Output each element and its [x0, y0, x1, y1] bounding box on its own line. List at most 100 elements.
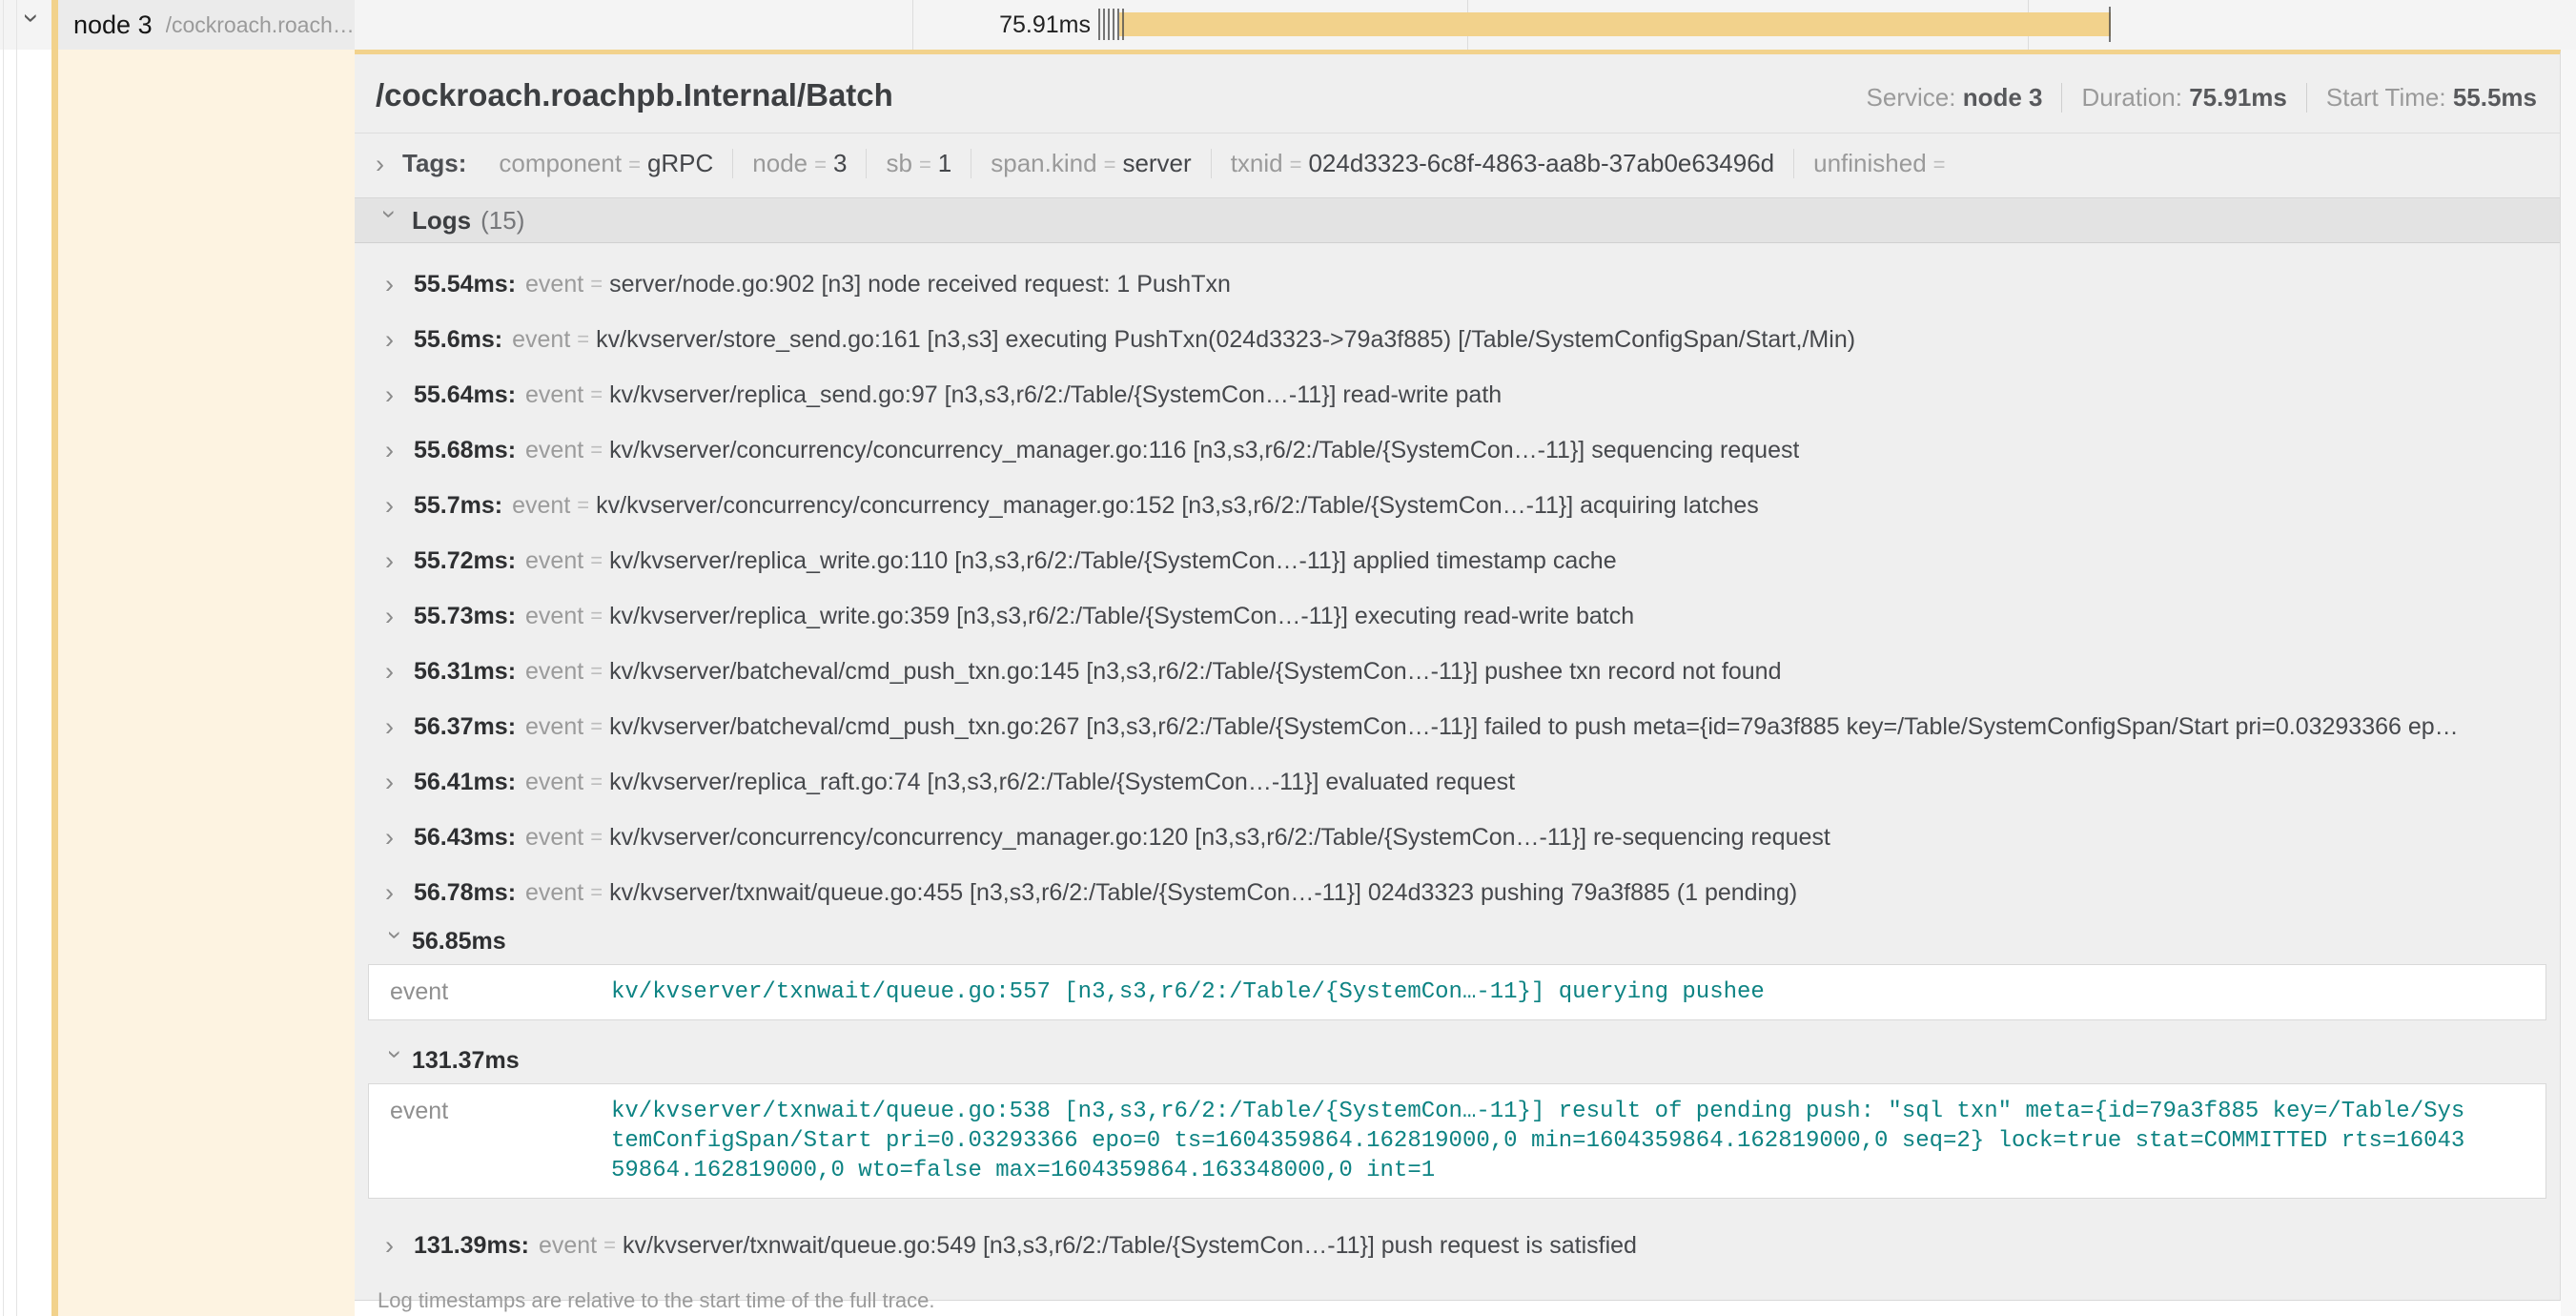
log-timestamp: 131.39ms: — [414, 1232, 529, 1260]
chevron-right-icon: › — [385, 384, 406, 405]
log-entry-collapsed[interactable]: › 56.78ms: event = kv/kvserver/txnwait/q… — [355, 865, 2560, 920]
meta-value: 75.91ms — [2189, 83, 2287, 112]
logs-accordion-header[interactable]: › Logs (15) — [355, 197, 2560, 243]
chevron-down-icon: › — [385, 1050, 406, 1071]
chevron-right-icon: › — [385, 274, 406, 295]
chevron-right-icon: › — [385, 606, 406, 627]
log-message: kv/kvserver/concurrency/concurrency_mana… — [596, 492, 1759, 520]
log-entry-collapsed[interactable]: › 55.6ms: event = kv/kvserver/store_send… — [355, 312, 2560, 367]
log-field-key: event — [525, 547, 583, 575]
log-timestamp: 55.64ms: — [414, 381, 516, 409]
log-entry-collapsed[interactable]: › 55.7ms: event = kv/kvserver/concurrenc… — [355, 478, 2560, 533]
log-message: kv/kvserver/replica_write.go:110 [n3,s3,… — [609, 547, 1617, 575]
log-field-value: kv/kvserver/txnwait/queue.go:557 [n3,s3,… — [611, 977, 1765, 1007]
log-message: kv/kvserver/concurrency/concurrency_mana… — [609, 437, 1799, 464]
log-message: kv/kvserver/replica_write.go:359 [n3,s3,… — [609, 603, 1634, 630]
equals-sign: = — [622, 153, 647, 176]
log-field-key: event — [525, 879, 583, 907]
log-entry-expanded-header[interactable]: › 56.85ms — [355, 920, 2560, 962]
log-marker-tick — [1113, 9, 1114, 40]
equals-sign: = — [583, 825, 609, 850]
logs-footer-note: Log timestamps are relative to the start… — [355, 1273, 2560, 1313]
tag-key: sb — [886, 149, 911, 177]
log-entry-collapsed[interactable]: › 56.41ms: event = kv/kvserver/replica_r… — [355, 754, 2560, 810]
log-timestamp: 56.43ms: — [414, 824, 516, 852]
log-entry-collapsed[interactable]: › 55.64ms: event = kv/kvserver/replica_s… — [355, 367, 2560, 422]
equals-sign: = — [570, 327, 596, 352]
tag-key: txnid — [1231, 149, 1283, 177]
log-message: kv/kvserver/txnwait/queue.go:455 [n3,s3,… — [609, 879, 1797, 907]
chevron-right-icon: › — [385, 495, 406, 516]
log-timestamp: 55.73ms: — [414, 603, 516, 630]
chevron-right-icon: › — [376, 154, 397, 175]
tag-value: 3 — [833, 149, 847, 177]
log-entry-collapsed[interactable]: › 56.43ms: event = kv/kvserver/concurren… — [355, 810, 2560, 865]
log-entry-collapsed[interactable]: › 55.72ms: event = kv/kvserver/replica_w… — [355, 533, 2560, 588]
tag-item: unfinished= — [1794, 149, 1971, 178]
chevron-right-icon: › — [385, 661, 406, 682]
tag-value: gRPC — [647, 149, 713, 177]
log-entry-expanded-header[interactable]: › 131.37ms — [355, 1039, 2560, 1081]
log-rows: › 55.54ms: event = server/node.go:902 [n… — [355, 243, 2560, 1273]
equals-sign: = — [583, 548, 609, 573]
gutter-divider — [3, 0, 4, 1316]
span-meta-item: Start Time: 55.5ms — [2307, 83, 2537, 113]
tag-key: span.kind — [991, 149, 1096, 177]
equals-sign: = — [583, 659, 609, 684]
log-timestamp: 55.72ms: — [414, 547, 516, 575]
log-field-key: event — [525, 658, 583, 686]
logs-count: (15) — [480, 206, 524, 236]
chevron-down-icon: › — [385, 931, 406, 952]
span-bar[interactable] — [1119, 12, 2111, 36]
log-keyvalue-table: event kv/kvserver/txnwait/queue.go:557 [… — [368, 964, 2546, 1020]
log-field-key: event — [525, 271, 583, 298]
log-entry-collapsed[interactable]: › 55.54ms: event = server/node.go:902 [n… — [355, 257, 2560, 312]
log-field-key: event — [525, 769, 583, 796]
equals-sign: = — [583, 382, 609, 407]
gutter-divider — [16, 0, 17, 1316]
meta-value: 55.5ms — [2453, 83, 2537, 112]
equals-sign: = — [570, 493, 596, 518]
log-field-key: event — [512, 492, 570, 520]
span-duration-label: 75.91ms — [999, 0, 1091, 50]
spacer — [355, 1020, 2560, 1039]
tags-list: component=gRPCnode=3sb=1span.kind=server… — [480, 149, 1971, 178]
tag-value: 1 — [938, 149, 951, 177]
logs-title: Logs — [412, 206, 471, 236]
meta-value: node 3 — [1963, 83, 2043, 112]
equals-sign: = — [583, 272, 609, 297]
log-entry-collapsed[interactable]: › 55.68ms: event = kv/kvserver/concurren… — [355, 422, 2560, 478]
chevron-down-icon: › — [379, 210, 400, 231]
equals-sign: = — [583, 438, 609, 463]
log-timestamp: 56.78ms: — [414, 879, 516, 907]
chevron-right-icon: › — [385, 827, 406, 848]
tags-accordion[interactable]: › Tags: component=gRPCnode=3sb=1span.kin… — [355, 134, 2560, 192]
span-operation-name: /cockroach.roach… — [166, 12, 355, 38]
log-entry-collapsed[interactable]: › 131.39ms: event = kv/kvserver/txnwait/… — [355, 1218, 2560, 1273]
spacer — [355, 1199, 2560, 1218]
log-entry-collapsed[interactable]: › 56.37ms: event = kv/kvserver/batcheval… — [355, 699, 2560, 754]
chevron-right-icon: › — [385, 716, 406, 737]
log-message: kv/kvserver/concurrency/concurrency_mana… — [609, 824, 1830, 852]
chevron-down-icon[interactable]: › — [17, 13, 46, 38]
equals-sign: = — [1097, 153, 1123, 176]
log-timestamp: 56.37ms: — [414, 713, 516, 741]
log-timestamp: 55.54ms: — [414, 271, 516, 298]
span-meta: Service: node 3Duration: 75.91msStart Ti… — [1848, 83, 2537, 113]
log-entry-collapsed[interactable]: › 56.31ms: event = kv/kvserver/batcheval… — [355, 644, 2560, 699]
log-timestamp: 131.37ms — [412, 1047, 520, 1075]
log-timestamp: 55.7ms: — [414, 492, 502, 520]
equals-sign: = — [583, 714, 609, 739]
tag-value: 024d3323-6c8f-4863-aa8b-37ab0e63496d — [1308, 149, 1774, 177]
log-timestamp: 55.6ms: — [414, 326, 502, 354]
log-entry-collapsed[interactable]: › 55.73ms: event = kv/kvserver/replica_w… — [355, 588, 2560, 644]
log-message: kv/kvserver/txnwait/queue.go:549 [n3,s3,… — [623, 1232, 1637, 1260]
chevron-right-icon: › — [385, 882, 406, 903]
chevron-right-icon: › — [385, 550, 406, 571]
tag-key: node — [752, 149, 808, 177]
log-entry-expanded: › 131.37ms event kv/kvserver/txnwait/que… — [355, 1039, 2560, 1218]
tag-key: component — [499, 149, 622, 177]
tag-item: span.kind=server — [971, 149, 1211, 178]
span-row-label[interactable]: node 3 /cockroach.roach… — [51, 0, 355, 50]
scrollbar-track[interactable] — [2561, 50, 2576, 1316]
